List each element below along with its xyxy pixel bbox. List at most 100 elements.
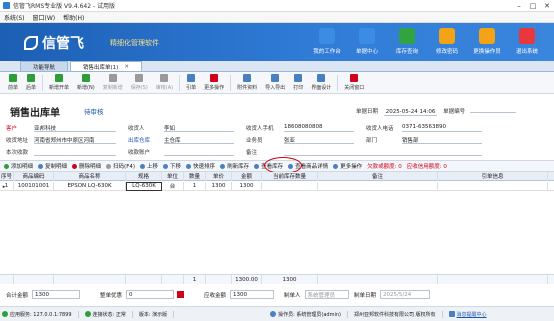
column-header[interactable]: 当前库存数量 (262, 171, 318, 181)
discount-input[interactable]: 0 (126, 290, 175, 299)
detail-button-label: 下移 (170, 164, 182, 170)
window-controls: – □ ✕ (512, 0, 554, 12)
menu-help[interactable]: 帮助(H) (63, 13, 84, 22)
toolbar-button-5[interactable]: 保存(S) (127, 74, 152, 91)
doc-date-field: 单据日期 2025-05-24 14:06 单据编号 (356, 106, 516, 116)
column-header[interactable]: 商品编码 (14, 171, 54, 181)
salesman-input[interactable]: 张亚 (284, 136, 354, 144)
toolbar-button-13[interactable]: 关闭窗口 (340, 74, 368, 91)
document-header: 销售出库单 待审核 单据日期 2025-05-24 14:06 单据编号 客户 … (0, 94, 554, 160)
table-cell[interactable] (318, 181, 438, 191)
tab-function-nav[interactable]: 功能导航 (20, 61, 69, 71)
doc-number-input[interactable] (469, 106, 516, 113)
maximize-icon[interactable]: □ (526, 0, 540, 12)
detail-button-icon (186, 163, 192, 169)
tab-sales-outbound[interactable]: 销售出库单(1) ✕ (70, 61, 142, 71)
user-switch-icon (479, 28, 495, 44)
toolbar-button-12[interactable]: 界面设计 (307, 74, 335, 91)
toolbar-button-10[interactable]: 导入导出 (261, 74, 289, 91)
column-header[interactable]: 数量 (184, 171, 206, 181)
table-cell[interactable]: LQ-630K (126, 181, 162, 191)
receiver-mobile-input[interactable]: 18608080808 (284, 124, 354, 132)
toolbar-button-1[interactable]: 后单 (22, 74, 40, 91)
toolbar-button-8[interactable]: 更多操作 (200, 74, 228, 91)
menu-system[interactable]: 系统(S) (4, 13, 25, 22)
toolbar-button-11[interactable]: 打印 (289, 74, 307, 91)
column-header[interactable]: 规格 (126, 171, 162, 181)
detail-button-6[interactable]: 快速排序 (186, 162, 215, 170)
detail-button-3[interactable]: 扫码(F4) (106, 162, 135, 170)
table-cell[interactable]: 1300 (232, 181, 262, 191)
toolbar-button-0[interactable]: 前单 (4, 74, 22, 91)
dept-input[interactable]: 销售部 (402, 136, 482, 144)
toolbar-icon (108, 74, 117, 82)
address-field: 收货地址 (6, 138, 29, 144)
toolbar-button-6[interactable]: 审核(A) (152, 74, 177, 91)
toolbar-button-4[interactable]: 复制新增 (99, 74, 127, 91)
column-header[interactable]: 金额 (232, 171, 262, 181)
detail-button-2[interactable]: 删除明细 (72, 162, 101, 170)
column-header[interactable]: 备注 (318, 171, 438, 181)
column-header[interactable]: 商品名称 (54, 171, 126, 181)
detail-button-7[interactable]: 刷新库存 (220, 162, 249, 170)
toolbar-button-7[interactable]: 引单 (182, 74, 200, 91)
table-cell[interactable]: 1300 (206, 181, 232, 191)
toolbar-icon (271, 74, 280, 82)
column-header[interactable]: 序号 (0, 171, 14, 181)
toolbar-button-2[interactable]: 新增开单 (45, 74, 73, 91)
detail-button-10[interactable]: 更多操作 (333, 162, 362, 170)
table-cell[interactable]: 台 (162, 181, 184, 191)
address-input[interactable]: 河南省郑州市中原区河南 (34, 136, 116, 144)
receiver-phone-input[interactable]: 0371-63563890 (402, 124, 482, 132)
detail-button-0[interactable]: 添加明细 (4, 162, 33, 170)
quick-link-1[interactable]: 单据中心 (348, 26, 386, 55)
message-icon (448, 311, 455, 317)
account-input[interactable] (164, 148, 234, 156)
detail-button-1[interactable]: 复制明细 (38, 162, 67, 170)
toolbar-button-label: 打印 (293, 85, 304, 91)
toolbar-icon (187, 74, 196, 82)
toolbar-icon (135, 74, 144, 82)
menu-window[interactable]: 窗口(W) (33, 13, 56, 22)
toolbar-separator (230, 74, 232, 91)
current-row-marker-icon: ▸ (2, 183, 6, 190)
detail-button-4[interactable]: 上移 (140, 162, 158, 170)
toolbar-button-3[interactable]: 新增(N) (73, 74, 99, 91)
quick-link-4[interactable]: 更换操作员 (468, 26, 506, 55)
table-row[interactable]: 1 100101001 EPSON LQ-630K LQ-630K 台 1 1300 1300 (0, 181, 554, 191)
warehouse-input[interactable]: 主仓库 (164, 136, 234, 144)
column-header[interactable]: 单价 (206, 171, 232, 181)
doc-date-input[interactable]: 2025-05-24 14:06 (383, 109, 438, 116)
table-cell[interactable] (262, 181, 318, 191)
warehouse-field: 出库仓库 (128, 138, 151, 144)
quick-link-5[interactable]: 退出系统 (508, 26, 546, 55)
customer-input[interactable]: 亚邦科技 (34, 124, 116, 132)
detail-button-label: 刷新库存 (227, 164, 250, 170)
toolbar-icon (55, 74, 64, 82)
table-cell[interactable]: EPSON LQ-630K (54, 181, 126, 191)
table-cell[interactable]: 100101001 (14, 181, 54, 191)
toolbar-icon (210, 74, 219, 82)
window-titlebar: 信管飞RMS专业版 V9.4.642 - 试用版 – □ ✕ (0, 0, 554, 12)
detail-button-label: 复制明细 (45, 164, 68, 170)
toolbar-button-9[interactable]: 附件资料 (233, 74, 261, 91)
minimize-icon[interactable]: – (512, 0, 526, 12)
credit-alert: 应收信用额度: 0 (406, 164, 447, 170)
received-input[interactable] (34, 148, 116, 156)
detail-button-label: 快速排序 (193, 164, 216, 170)
column-header[interactable]: 单位 (162, 171, 184, 181)
column-header[interactable]: 引单信息 (438, 171, 548, 181)
table-cell[interactable]: 1 (184, 181, 206, 191)
tab-close-icon[interactable]: ✕ (124, 64, 129, 70)
message-center[interactable]: 消息提醒中心 (448, 311, 493, 318)
quick-link-2[interactable]: 库存查询 (388, 26, 426, 55)
detail-button-icon (72, 163, 78, 169)
remark-input[interactable] (284, 148, 482, 156)
discount-toggle-icon[interactable] (177, 291, 185, 298)
close-icon[interactable]: ✕ (540, 0, 554, 12)
table-cell[interactable] (438, 181, 548, 191)
detail-button-5[interactable]: 下移 (163, 162, 181, 170)
quick-link-3[interactable]: 修改密码 (428, 26, 466, 55)
receiver-input[interactable]: 李如 (164, 124, 234, 132)
quick-link-0[interactable]: 我的工作台 (308, 26, 346, 55)
